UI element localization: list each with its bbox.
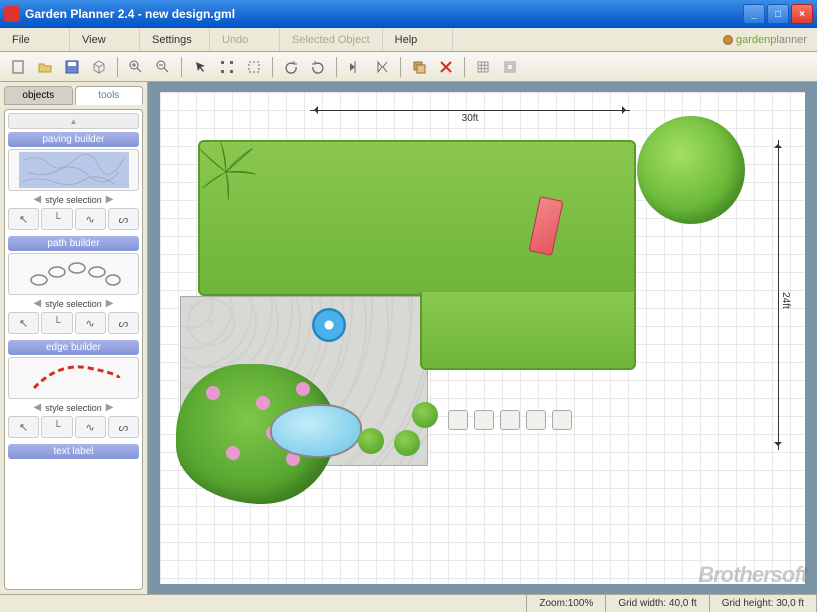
- tab-tools[interactable]: tools: [75, 86, 144, 105]
- flip-vertical-button[interactable]: [370, 55, 394, 79]
- paver-stone[interactable]: [448, 410, 468, 430]
- path-curve-tool[interactable]: ∿: [75, 312, 106, 334]
- lawn-main[interactable]: [198, 140, 636, 296]
- large-tree[interactable]: [637, 116, 745, 224]
- paving-curve-tool[interactable]: ∿: [75, 208, 106, 230]
- dimension-height: 24ft: [778, 140, 779, 450]
- paver-stone[interactable]: [526, 410, 546, 430]
- paving-preview[interactable]: [8, 149, 139, 191]
- app-icon: [4, 6, 20, 22]
- edge-pointer-tool[interactable]: ↖: [8, 416, 39, 438]
- menu-settings[interactable]: Settings: [140, 28, 210, 51]
- paving-free-tool[interactable]: ᔕ: [108, 208, 139, 230]
- prev-style-icon[interactable]: ◀: [34, 194, 42, 205]
- status-bar: Zoom:100% Grid width: 40,0 ft Grid heigh…: [0, 594, 817, 612]
- next-style-icon[interactable]: ▶: [106, 402, 114, 413]
- menu-bar: File View Settings Undo Selected Object …: [0, 28, 817, 52]
- menu-file[interactable]: File: [0, 28, 70, 51]
- paver-stone[interactable]: [552, 410, 572, 430]
- status-spacer: [0, 595, 527, 612]
- menu-view[interactable]: View: [70, 28, 140, 51]
- paver-stone[interactable]: [474, 410, 494, 430]
- rotate-right-button[interactable]: [306, 55, 330, 79]
- edge-style-selection: ◀style selection▶: [8, 401, 139, 414]
- title-bar: Garden Planner 2.4 - new design.gml _ □ …: [0, 0, 817, 28]
- edge-builder-header[interactable]: edge builder: [8, 340, 139, 355]
- pointer-tool-button[interactable]: [188, 55, 212, 79]
- save-button[interactable]: [60, 55, 84, 79]
- edge-preview[interactable]: [8, 357, 139, 399]
- rotate-left-button[interactable]: [279, 55, 303, 79]
- paving-style-selection: ◀style selection▶: [8, 193, 139, 206]
- edge-curve-tool[interactable]: ∿: [75, 416, 106, 438]
- paving-straight-tool[interactable]: └: [41, 208, 72, 230]
- minimize-button[interactable]: _: [743, 4, 765, 24]
- path-straight-tool[interactable]: └: [41, 312, 72, 334]
- grid-toggle-button[interactable]: [471, 55, 495, 79]
- paving-pointer-tool[interactable]: ↖: [8, 208, 39, 230]
- small-bush[interactable]: [412, 402, 438, 428]
- path-preview[interactable]: [8, 253, 139, 295]
- prev-style-icon[interactable]: ◀: [34, 402, 42, 413]
- prev-style-icon[interactable]: ◀: [34, 298, 42, 309]
- paver-stone[interactable]: [500, 410, 520, 430]
- menu-undo[interactable]: Undo: [210, 28, 280, 51]
- brand-logo: gardenplanner: [723, 28, 817, 51]
- dimension-width: 30ft: [310, 110, 630, 124]
- maximize-button[interactable]: □: [767, 4, 789, 24]
- path-builder-header[interactable]: path builder: [8, 236, 139, 251]
- zoom-in-button[interactable]: [124, 55, 148, 79]
- duplicate-button[interactable]: [407, 55, 431, 79]
- brand-icon: [723, 35, 733, 45]
- next-style-icon[interactable]: ▶: [106, 298, 114, 309]
- grid-height-status: Grid height: 30,0 ft: [710, 595, 817, 612]
- menu-selected-object[interactable]: Selected Object: [280, 28, 383, 51]
- 3d-view-button[interactable]: [87, 55, 111, 79]
- toolbar: [0, 52, 817, 82]
- zoom-status: Zoom:100%: [527, 595, 606, 612]
- canvas-viewport: 30ft 24ft Brothersoft: [148, 82, 817, 594]
- paving-builder-header[interactable]: paving builder: [8, 132, 139, 147]
- edge-straight-tool[interactable]: └: [41, 416, 72, 438]
- delete-button[interactable]: [434, 55, 458, 79]
- zoom-out-button[interactable]: [151, 55, 175, 79]
- grid-width-status: Grid width: 40,0 ft: [606, 595, 709, 612]
- path-pointer-tool[interactable]: ↖: [8, 312, 39, 334]
- path-free-tool[interactable]: ᔕ: [108, 312, 139, 334]
- select-box-button[interactable]: [242, 55, 266, 79]
- scroll-up-button[interactable]: ▲: [8, 113, 139, 129]
- select-corners-button[interactable]: [215, 55, 239, 79]
- small-bush[interactable]: [358, 428, 384, 454]
- open-file-button[interactable]: [33, 55, 57, 79]
- path-style-selection: ◀style selection▶: [8, 297, 139, 310]
- palm-tree[interactable]: [194, 140, 258, 204]
- edge-free-tool[interactable]: ᔕ: [108, 416, 139, 438]
- grid-settings-button[interactable]: [498, 55, 522, 79]
- text-label-header[interactable]: text label: [8, 444, 139, 459]
- fountain[interactable]: [312, 308, 346, 342]
- new-file-button[interactable]: [6, 55, 30, 79]
- next-style-icon[interactable]: ▶: [106, 194, 114, 205]
- close-button[interactable]: ×: [791, 4, 813, 24]
- tab-objects[interactable]: objects: [4, 86, 73, 105]
- design-canvas[interactable]: 30ft 24ft: [160, 92, 805, 584]
- small-bush[interactable]: [394, 430, 420, 456]
- pond[interactable]: [270, 404, 362, 458]
- flip-horizontal-button[interactable]: [343, 55, 367, 79]
- window-title: Garden Planner 2.4 - new design.gml: [25, 7, 743, 21]
- menu-help[interactable]: Help: [383, 28, 453, 51]
- side-panel: objects tools ▲ paving builder ◀style se…: [0, 82, 148, 594]
- lawn-extension[interactable]: [420, 292, 636, 370]
